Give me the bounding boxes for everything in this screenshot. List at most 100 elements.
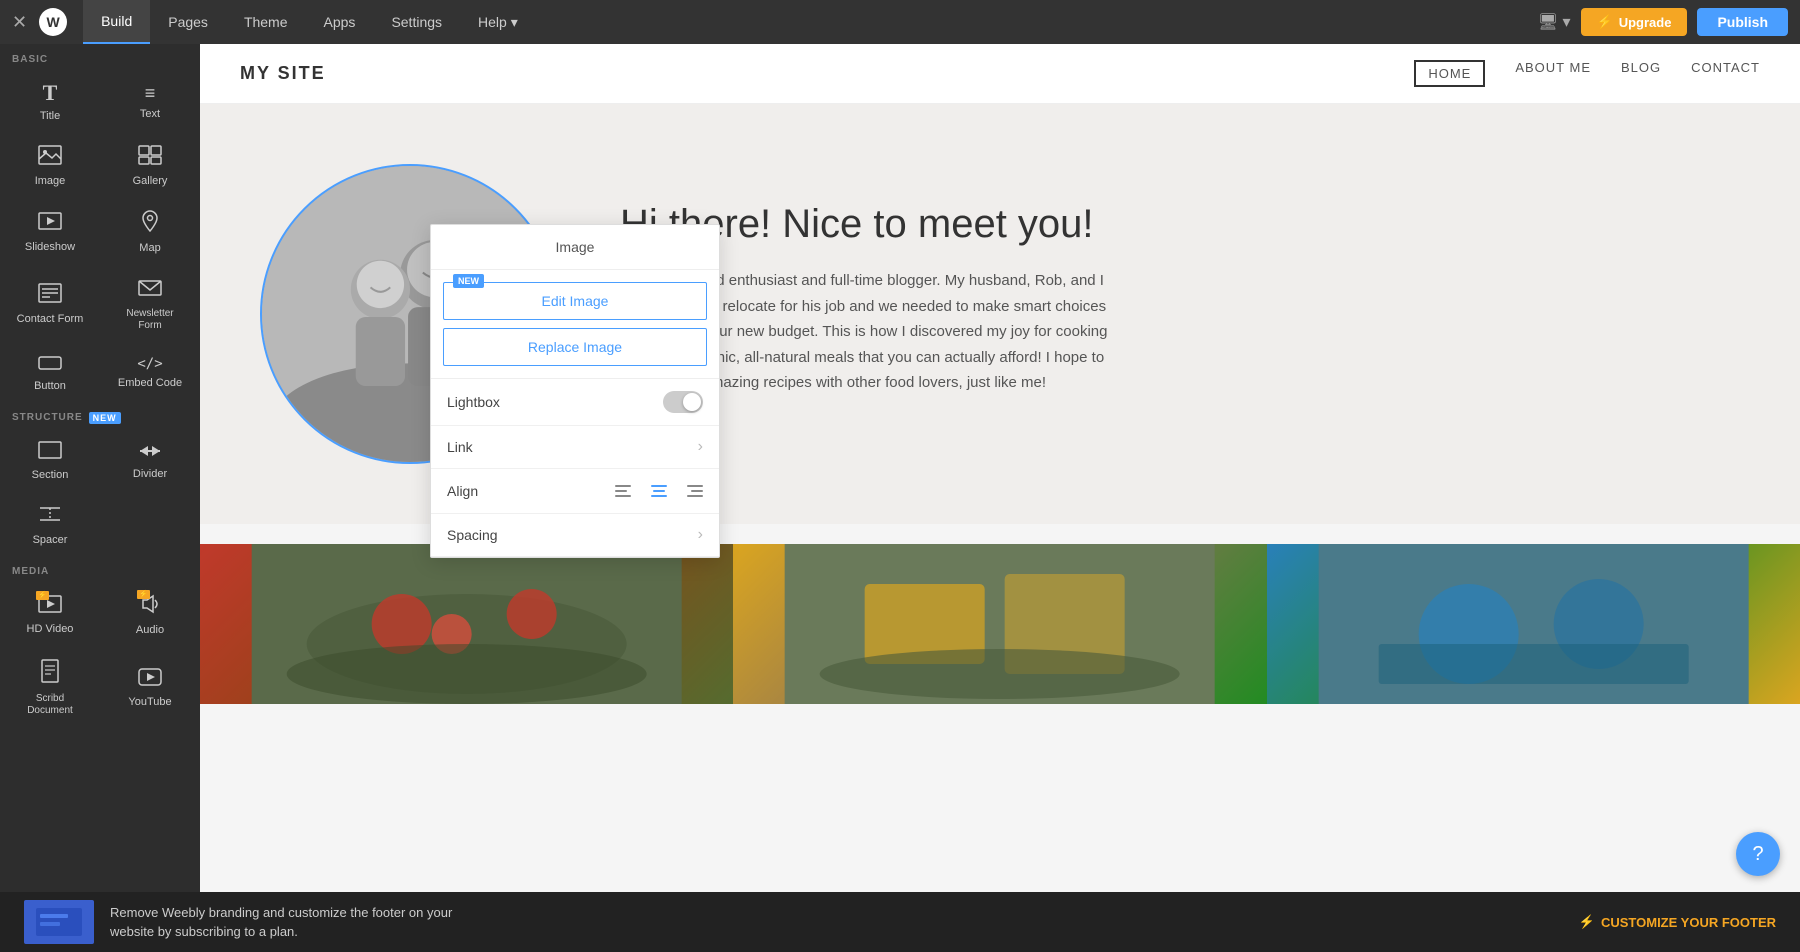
audio-icon: ⚡ [139, 594, 161, 618]
link-row[interactable]: Link › [431, 426, 719, 469]
site-nav-about[interactable]: ABOUT ME [1515, 60, 1591, 87]
publish-button[interactable]: Publish [1697, 8, 1788, 36]
align-label: Align [447, 483, 615, 499]
sidebar-item-button[interactable]: Button [0, 341, 100, 402]
replace-image-btn-wrap: Replace Image [443, 328, 707, 366]
sidebar-item-label: Divider [133, 468, 167, 481]
edit-image-btn-wrap: NEW Edit Image [443, 282, 707, 320]
sidebar-item-audio[interactable]: ⚡ Audio [100, 581, 200, 646]
spacing-row[interactable]: Spacing › [431, 514, 719, 557]
new-tag: NEW [453, 274, 484, 288]
divider-icon [138, 442, 162, 462]
site-nav: HOME ABOUT ME BLOG CONTACT [1414, 60, 1760, 87]
footer-banner-icon [24, 900, 94, 944]
top-navigation: ✕ W Build Pages Theme Apps Settings Help… [0, 0, 1800, 44]
tab-pages[interactable]: Pages [150, 0, 226, 44]
sidebar-item-label: HD Video [27, 623, 74, 636]
title-icon: T [43, 82, 58, 104]
tab-apps[interactable]: Apps [306, 0, 374, 44]
site-nav-home[interactable]: HOME [1414, 60, 1485, 87]
sidebar-structure-grid: Section Divider Spacer [0, 428, 200, 556]
sidebar-item-label: YouTube [128, 696, 171, 709]
sidebar-media-label: MEDIA [0, 556, 200, 581]
sidebar-item-divider[interactable]: Divider [100, 428, 200, 491]
weebly-logo: W [39, 8, 67, 36]
sidebar-basic-grid: T Title ≡ Text Image Gallery [0, 69, 200, 402]
sidebar-item-label: Image [35, 175, 66, 188]
image-icon [38, 145, 62, 169]
sidebar-item-title[interactable]: T Title [0, 69, 100, 132]
align-buttons [615, 481, 703, 501]
sidebar-item-label: Contact Form [17, 313, 84, 326]
lightbox-label: Lightbox [447, 394, 663, 410]
help-button[interactable]: ? [1736, 832, 1780, 876]
sidebar-item-section[interactable]: Section [0, 428, 100, 491]
contact-form-icon [38, 283, 62, 307]
scribd-icon [40, 659, 60, 687]
align-left-button[interactable] [615, 481, 639, 501]
sidebar-item-label: Embed Code [118, 377, 182, 390]
map-icon [140, 210, 160, 236]
button-icon [38, 354, 62, 374]
site-header: MY SITE HOME ABOUT ME BLOG CONTACT [200, 44, 1800, 104]
sidebar-media-grid: ⚡ HD Video ⚡ Audio ScribdDocument [0, 581, 200, 726]
sidebar-item-hd-video[interactable]: ⚡ HD Video [0, 581, 100, 646]
hd-video-icon: ⚡ [38, 595, 62, 617]
upgrade-button[interactable]: Upgrade [1581, 8, 1688, 36]
sidebar-structure-label: STRUCTURE NEW [0, 402, 200, 428]
sidebar-item-label: Map [139, 242, 160, 255]
spacing-label: Spacing [447, 527, 698, 543]
lightbox-toggle[interactable] [663, 391, 703, 413]
sidebar-item-map[interactable]: Map [100, 197, 200, 264]
slideshow-icon [38, 211, 62, 235]
sidebar: BASIC T Title ≡ Text Image Gallery [0, 44, 200, 952]
sidebar-item-embed-code[interactable]: </> Embed Code [100, 341, 200, 402]
sidebar-item-contact-form[interactable]: Contact Form [0, 265, 100, 341]
tab-theme[interactable]: Theme [226, 0, 306, 44]
sidebar-item-scribd[interactable]: ScribdDocument [0, 646, 100, 726]
text-icon: ≡ [145, 84, 156, 102]
site-nav-contact[interactable]: CONTACT [1691, 60, 1760, 87]
customize-footer-button[interactable]: CUSTOMIZE YOUR FOOTER [1579, 914, 1776, 930]
embed-code-icon: </> [137, 357, 162, 371]
align-right-button[interactable] [679, 481, 703, 501]
sidebar-item-slideshow[interactable]: Slideshow [0, 197, 100, 264]
replace-image-button[interactable]: Replace Image [443, 328, 707, 366]
sidebar-item-label: Button [34, 380, 66, 393]
sidebar-item-text[interactable]: ≡ Text [100, 69, 200, 132]
align-center-button[interactable] [647, 481, 671, 501]
site-nav-blog[interactable]: BLOG [1621, 60, 1661, 87]
food-photo-bg-1 [200, 544, 733, 704]
content-area: MY SITE HOME ABOUT ME BLOG CONTACT [200, 44, 1800, 952]
spacing-arrow-icon: › [698, 526, 703, 544]
newsletter-icon [138, 278, 162, 302]
youtube-icon [138, 668, 162, 690]
sidebar-item-label: Slideshow [25, 241, 75, 254]
device-toggle[interactable]: 🖥 ▾ [1538, 12, 1571, 32]
tab-settings[interactable]: Settings [373, 0, 460, 44]
tab-help[interactable]: Help ▾ [460, 0, 536, 44]
sidebar-item-gallery[interactable]: Gallery [100, 132, 200, 197]
lightbox-row: Lightbox [431, 379, 719, 426]
sidebar-item-image[interactable]: Image [0, 132, 100, 197]
sidebar-item-label: Title [40, 110, 60, 123]
sidebar-item-newsletter-form[interactable]: NewsletterForm [100, 265, 200, 341]
main-layout: BASIC T Title ≡ Text Image Gallery [0, 44, 1800, 952]
site-title: MY SITE [240, 63, 326, 84]
food-photo-bg-3 [1267, 544, 1800, 704]
nav-tabs: Build Pages Theme Apps Settings Help ▾ [83, 0, 536, 44]
section-icon [38, 441, 62, 463]
sidebar-item-youtube[interactable]: YouTube [100, 646, 200, 726]
link-label: Link [447, 439, 698, 455]
sidebar-item-spacer[interactable]: Spacer [0, 491, 100, 556]
sidebar-item-label: Section [32, 469, 69, 482]
link-arrow-icon: › [698, 438, 703, 456]
tab-build[interactable]: Build [83, 0, 150, 44]
footer-banner: Remove Weebly branding and customize the… [0, 892, 1800, 952]
food-photo-2 [733, 544, 1266, 704]
sidebar-item-label: NewsletterForm [126, 308, 173, 332]
food-photo-1 [200, 544, 733, 704]
close-button[interactable]: ✕ [12, 12, 27, 33]
align-row: Align [431, 469, 719, 514]
sidebar-item-label: Audio [136, 624, 164, 637]
